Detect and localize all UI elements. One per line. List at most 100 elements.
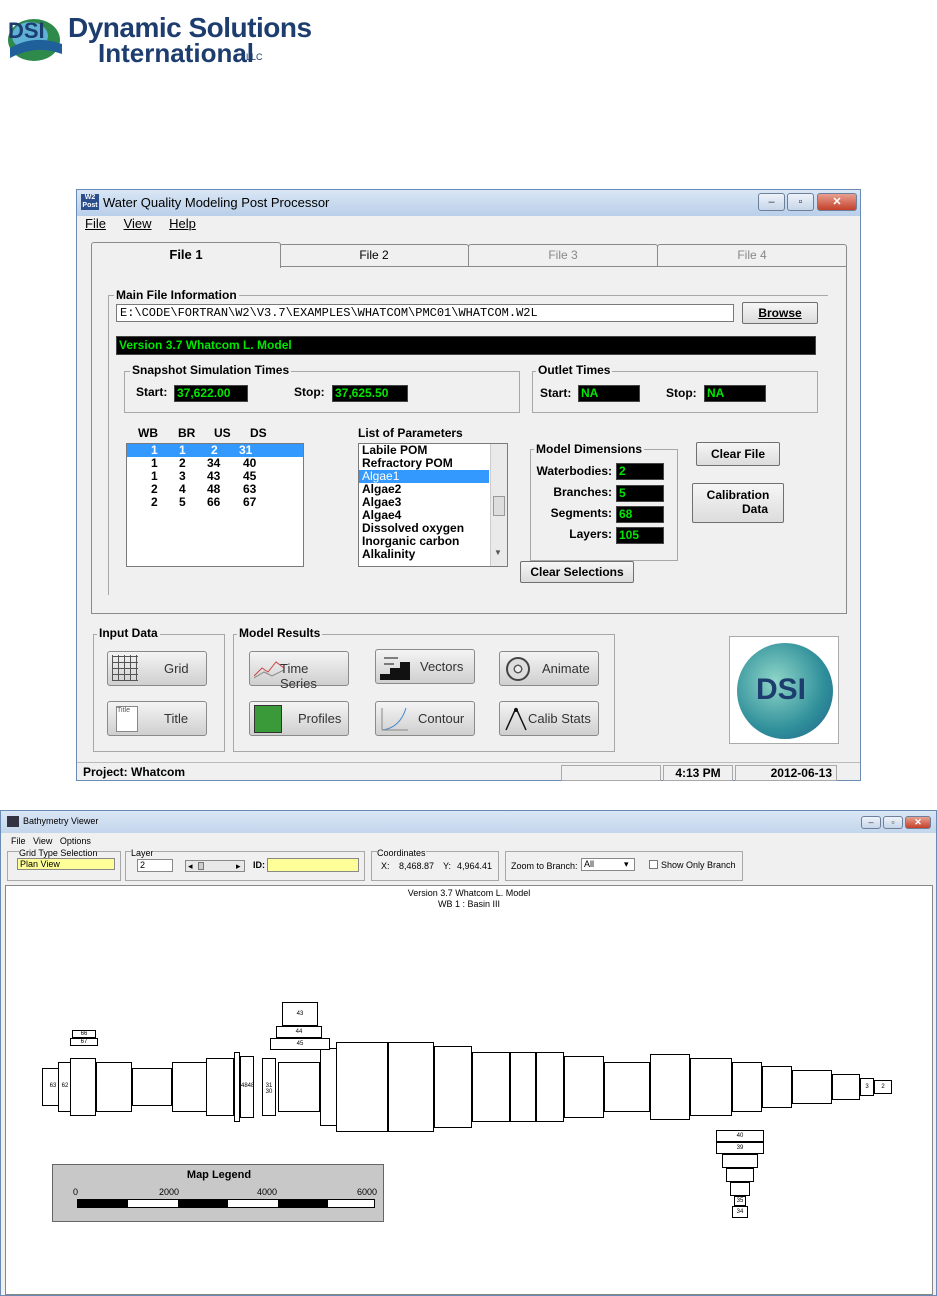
y-label: Y: bbox=[443, 861, 452, 871]
segment[interactable]: 31 30 bbox=[262, 1058, 276, 1116]
title-bar[interactable]: W2 Post Water Quality Modeling Post Proc… bbox=[77, 190, 860, 216]
segment[interactable]: 67 bbox=[70, 1038, 98, 1046]
tab-file-4[interactable]: File 4 bbox=[657, 244, 847, 266]
segment[interactable] bbox=[564, 1056, 604, 1118]
slider-right-icon[interactable]: ▸ bbox=[236, 861, 241, 871]
close-icon[interactable]: ✕ bbox=[817, 193, 857, 211]
plot-canvas[interactable]: Version 3.7 Whatcom L. Model WB 1 : Basi… bbox=[5, 885, 933, 1295]
bathy-close-icon[interactable]: ✕ bbox=[905, 816, 931, 829]
waterbodies-value: 2 bbox=[616, 463, 664, 480]
time-series-button[interactable]: Time Series bbox=[249, 651, 349, 691]
calibration-data-button[interactable]: Calibration Data bbox=[692, 483, 784, 523]
tab-file-3[interactable]: File 3 bbox=[468, 244, 658, 266]
segment[interactable] bbox=[206, 1058, 234, 1116]
segment[interactable]: 3 bbox=[860, 1078, 874, 1096]
segment[interactable]: 66 bbox=[72, 1030, 96, 1038]
tab-file-2[interactable]: File 2 bbox=[279, 244, 469, 266]
logo-llc: LLC bbox=[246, 52, 263, 62]
film-reel-icon bbox=[506, 657, 530, 681]
id-field[interactable] bbox=[267, 858, 359, 872]
segment[interactable] bbox=[536, 1052, 564, 1122]
minimize-icon[interactable]: – bbox=[758, 193, 785, 211]
profiles-button[interactable]: Profiles bbox=[249, 701, 349, 736]
segment[interactable] bbox=[96, 1062, 132, 1112]
animate-button[interactable]: Animate bbox=[499, 651, 599, 686]
zoom-label: Zoom to Branch: bbox=[511, 861, 578, 871]
chevron-down-icon[interactable]: ▾ bbox=[624, 859, 629, 870]
bathy-title-bar[interactable]: Bathymetry Viewer – ▫ ✕ bbox=[1, 811, 936, 833]
x-value: 8,468.87 bbox=[399, 861, 435, 871]
file-path-field[interactable]: E:\CODE\FORTRAN\W2\V3.7\EXAMPLES\WHATCOM… bbox=[116, 304, 734, 322]
segment[interactable] bbox=[726, 1168, 754, 1182]
segment[interactable]: 2 bbox=[874, 1080, 892, 1094]
segment[interactable] bbox=[762, 1066, 792, 1108]
contour-icon bbox=[381, 707, 408, 731]
maximize-icon[interactable]: ▫ bbox=[787, 193, 814, 211]
segment[interactable]: 44 bbox=[276, 1026, 322, 1038]
wb-listbox[interactable]: 1 1 2 31 1 2 34 40 1 3 43 45 2 4 48 63 2 5 66 67 bbox=[126, 443, 304, 567]
segment[interactable] bbox=[732, 1062, 762, 1112]
table-row[interactable]: 2 5 66 67 bbox=[127, 496, 303, 509]
segment[interactable]: 40 bbox=[716, 1130, 764, 1142]
bathy-menu-file[interactable]: File bbox=[11, 836, 26, 846]
grid-button[interactable]: Grid bbox=[107, 651, 207, 686]
params-label: List of Parameters bbox=[358, 426, 463, 440]
contour-button[interactable]: Contour bbox=[375, 701, 475, 736]
segment[interactable] bbox=[690, 1058, 732, 1116]
tab-file-1[interactable]: File 1 bbox=[91, 242, 281, 268]
bathy-menu-options[interactable]: Options bbox=[60, 836, 91, 846]
menu-view[interactable]: View bbox=[124, 216, 152, 231]
layer-field[interactable]: 2 bbox=[137, 859, 173, 872]
segment[interactable] bbox=[132, 1068, 172, 1106]
segment[interactable] bbox=[70, 1058, 96, 1116]
snapshot-stop-value: 37,625.50 bbox=[332, 385, 408, 402]
bathy-minimize-icon[interactable]: – bbox=[861, 816, 881, 829]
segment[interactable]: 39 bbox=[716, 1142, 764, 1154]
params-listbox[interactable]: Labile POM Refractory POM Algae1 Algae2 … bbox=[358, 443, 508, 567]
scroll-thumb[interactable] bbox=[493, 496, 505, 516]
main-file-label: Main File Information bbox=[114, 288, 239, 302]
segment[interactable]: 45 bbox=[270, 1038, 330, 1050]
segment[interactable] bbox=[730, 1182, 750, 1196]
status-project: Project: Whatcom bbox=[83, 765, 186, 779]
slider-left-icon[interactable]: ◂ bbox=[188, 861, 193, 871]
params-scrollbar[interactable]: ▼ bbox=[490, 444, 507, 566]
list-item[interactable]: Alkalinity bbox=[359, 548, 507, 561]
col-ds: DS bbox=[250, 426, 267, 440]
browse-button[interactable]: Browse bbox=[742, 302, 818, 324]
segment[interactable] bbox=[472, 1052, 510, 1122]
grid-type-field[interactable]: Plan View bbox=[17, 858, 115, 870]
segment[interactable] bbox=[792, 1070, 832, 1104]
segment[interactable]: 4848 bbox=[240, 1056, 254, 1118]
profiles-icon bbox=[254, 705, 282, 733]
segment[interactable] bbox=[336, 1042, 388, 1132]
menu-file[interactable]: File bbox=[85, 216, 106, 231]
layer-slider[interactable]: ◂ ▸ bbox=[185, 860, 245, 872]
segment[interactable] bbox=[172, 1062, 208, 1112]
segment[interactable] bbox=[388, 1042, 434, 1132]
bathy-maximize-icon[interactable]: ▫ bbox=[883, 816, 903, 829]
title-button[interactable]: Title Title bbox=[107, 701, 207, 736]
plot-title: Version 3.7 Whatcom L. Model bbox=[407, 888, 531, 898]
slider-thumb[interactable] bbox=[198, 862, 204, 870]
segment[interactable]: 34 bbox=[732, 1206, 748, 1218]
segment[interactable] bbox=[722, 1154, 758, 1168]
segment[interactable] bbox=[650, 1054, 690, 1120]
scroll-down-icon[interactable]: ▼ bbox=[494, 548, 502, 557]
clear-file-button[interactable]: Clear File bbox=[696, 442, 780, 466]
zoom-select[interactable]: All ▾ bbox=[581, 858, 635, 871]
segment[interactable] bbox=[832, 1074, 860, 1100]
segment[interactable] bbox=[278, 1062, 320, 1112]
bathy-menu-view[interactable]: View bbox=[33, 836, 52, 846]
segment[interactable] bbox=[604, 1062, 650, 1112]
segment[interactable]: 43 bbox=[282, 1002, 318, 1026]
vectors-button[interactable]: Vectors bbox=[375, 649, 475, 684]
clear-selections-button[interactable]: Clear Selections bbox=[520, 561, 634, 583]
segment[interactable] bbox=[510, 1052, 536, 1122]
segment[interactable] bbox=[434, 1046, 472, 1128]
menu-help[interactable]: Help bbox=[169, 216, 196, 231]
calib-stats-button[interactable]: Calib Stats bbox=[499, 701, 599, 736]
segment[interactable]: 35 bbox=[734, 1196, 746, 1206]
window-title: Water Quality Modeling Post Processor bbox=[103, 195, 330, 210]
show-only-branch-checkbox[interactable] bbox=[649, 860, 658, 869]
